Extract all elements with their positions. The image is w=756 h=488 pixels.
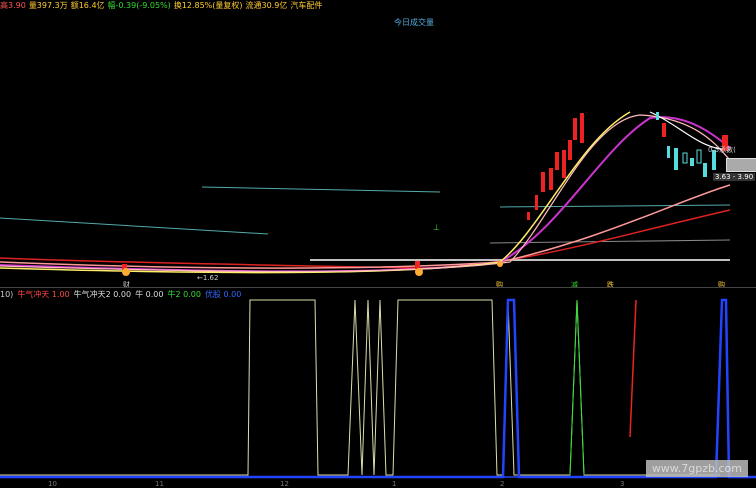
quote-item: 换12.85%(量复权) (173, 1, 243, 10)
quote-item: 幅-0.39(-9.05%) (107, 1, 171, 10)
side-label: 0.5承数( (708, 146, 736, 154)
candles (122, 112, 728, 270)
signal-line-beige (0, 299, 720, 476)
ma-pink (0, 114, 731, 273)
candle (527, 212, 530, 220)
candle (682, 152, 688, 164)
quote-item: 额16.4亿 (70, 1, 105, 10)
ref-line-cyan-3 (499, 204, 731, 208)
price-chart[interactable] (0, 0, 756, 287)
candle (703, 163, 707, 177)
quote-item: 高3.90 (0, 1, 26, 10)
candle (690, 158, 694, 166)
low-price-label: ←1.62 (197, 274, 219, 282)
candle (674, 148, 678, 170)
candle (667, 146, 670, 158)
buy-marker-icon (415, 268, 423, 276)
signal-line-green (569, 299, 585, 476)
buy-marker-icon (122, 268, 130, 276)
candle (562, 150, 566, 178)
indicator-chart[interactable] (0, 287, 756, 487)
candle (580, 113, 584, 143)
signal-line-red (629, 299, 637, 438)
side-box[interactable] (726, 158, 756, 172)
candle (662, 123, 666, 137)
ref-line-cyan-2 (201, 186, 441, 193)
ma-yellow (0, 111, 631, 274)
watermark: www.7gpzb.com (645, 460, 748, 477)
candle (541, 172, 545, 192)
quote-item: 量397.3万 (28, 1, 68, 10)
volume-tab[interactable]: 今日成交量 (394, 17, 434, 28)
quote-header: 高3.90 量397.3万 额16.4亿 幅-0.39(-9.05%) 换12.85%(… (0, 0, 756, 12)
ref-line-cyan (0, 217, 269, 235)
candle (415, 261, 420, 269)
high-price-label: 3.63 - 3.90 (713, 173, 756, 181)
quote-item: 流通30.9亿 (245, 1, 288, 10)
candle (535, 195, 538, 210)
candle (549, 168, 553, 190)
candle (568, 140, 572, 160)
ma-salmon (0, 184, 731, 269)
candle (696, 149, 702, 164)
candle (573, 118, 577, 140)
arrow-marker: ⊥ (433, 223, 440, 232)
quote-item: 汽车配件 (290, 1, 323, 10)
candle (656, 112, 659, 120)
ma-purple (0, 116, 731, 273)
signal-line-blue (0, 298, 756, 479)
candle (555, 152, 559, 170)
buy-marker-icon (497, 261, 503, 267)
